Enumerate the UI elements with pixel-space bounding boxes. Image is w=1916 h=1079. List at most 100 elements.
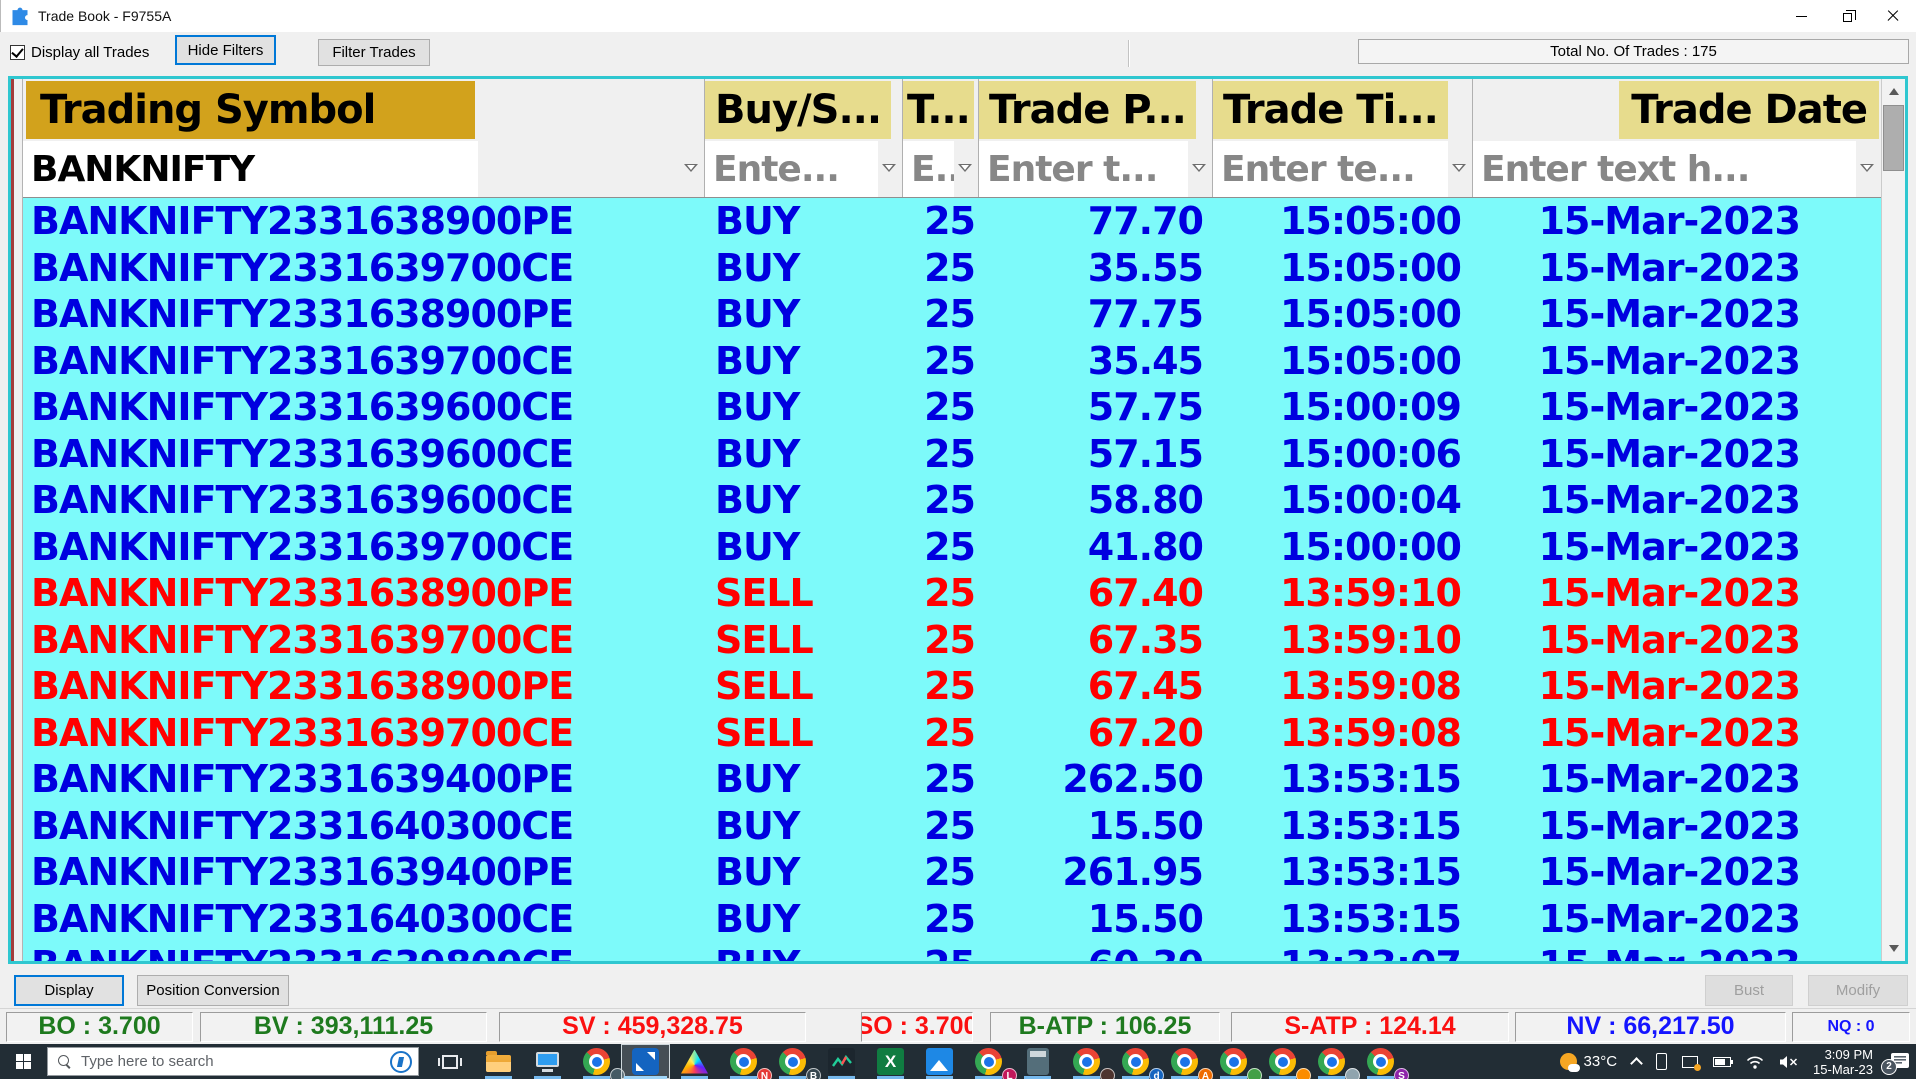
taskbar-app-calculator[interactable] (1013, 1044, 1062, 1079)
filter-funnel-icon[interactable] (1452, 163, 1467, 176)
column-header-trade-time[interactable]: Trade Ti... (1213, 79, 1473, 141)
position-conversion-button[interactable]: Position Conversion (137, 975, 289, 1006)
vertical-scrollbar[interactable] (1881, 79, 1905, 961)
taskbar-app-chrome-orange[interactable] (1258, 1044, 1311, 1079)
display-all-trades-checkbox[interactable]: Display all Trades (10, 44, 149, 61)
taskbar-app-chrome-d[interactable]: d (1111, 1044, 1164, 1079)
start-button[interactable] (0, 1044, 47, 1079)
trade-row[interactable]: BANKNIFTY2331639700CE BUY 25 35.45 15:05… (11, 338, 1905, 385)
trade-row[interactable]: BANKNIFTY2331639400PE BUY 25 261.95 13:5… (11, 849, 1905, 896)
trade-row[interactable]: BANKNIFTY2331639600CE BUY 25 58.80 15:00… (11, 477, 1905, 524)
taskbar-app-chrome-b[interactable]: B (768, 1044, 821, 1079)
filter-input-trading-symbol[interactable]: BANKNIFTY (23, 141, 478, 197)
weather-widget[interactable]: 33°C (1559, 1053, 1617, 1072)
cell-trade-qty: 25 (924, 524, 976, 569)
taskbar-app-chrome-profile[interactable] (572, 1044, 625, 1079)
filter-funnel-icon[interactable] (882, 163, 897, 176)
trade-row[interactable]: BANKNIFTY2331639600CE BUY 25 57.75 15:00… (11, 384, 1905, 431)
filter-input-trade-time[interactable]: Enter te... (1213, 141, 1448, 197)
trade-row[interactable]: BANKNIFTY2331639800CE BUY 25 60.30 13:33… (11, 942, 1905, 961)
cell-trading-symbol: BANKNIFTY2331639700CE (31, 338, 574, 383)
checkbox-checked-icon[interactable] (10, 45, 25, 60)
trade-row[interactable]: BANKNIFTY2331638900PE BUY 25 77.70 15:05… (11, 198, 1905, 245)
trade-row[interactable]: BANKNIFTY2331639700CE BUY 25 35.55 15:05… (11, 245, 1905, 292)
phone-icon[interactable] (1656, 1053, 1668, 1070)
taskbar-app-chrome-dark[interactable] (1062, 1044, 1115, 1079)
close-button[interactable] (1870, 0, 1916, 32)
cell-trade-qty: 25 (924, 803, 976, 848)
taskbar-app-file-explorer[interactable] (474, 1044, 523, 1079)
scrollbar-thumb[interactable] (1883, 105, 1904, 171)
tray-chevron-up-icon[interactable] (1630, 1057, 1643, 1070)
taskbar-app-chrome-green[interactable] (1209, 1044, 1262, 1079)
trade-row[interactable]: BANKNIFTY2331638900PE SELL 25 67.40 13:5… (11, 570, 1905, 617)
trade-row[interactable]: BANKNIFTY2331639700CE SELL 25 67.35 13:5… (11, 617, 1905, 664)
column-header-trade-qty[interactable]: T... (903, 79, 979, 141)
trade-row[interactable]: BANKNIFTY2331639600CE BUY 25 57.15 15:00… (11, 431, 1905, 478)
filter-trades-button[interactable]: Filter Trades (318, 39, 430, 66)
filter-input-buy-sell[interactable]: Ente... (705, 141, 878, 197)
taskbar-app-chrome-gray[interactable] (1307, 1044, 1360, 1079)
column-header-trading-symbol[interactable]: Trading Symbol (23, 79, 705, 141)
taskbar-app-prism-app[interactable] (670, 1044, 719, 1079)
taskbar-app-chrome-a[interactable]: A (1160, 1044, 1213, 1079)
trade-row[interactable]: BANKNIFTY2331640300CE BUY 25 15.50 13:53… (11, 803, 1905, 850)
trade-row[interactable]: BANKNIFTY2331638900PE BUY 25 77.75 15:05… (11, 291, 1905, 338)
cell-trading-symbol: BANKNIFTY2331638900PE (31, 664, 574, 709)
taskbar-app-photos[interactable] (915, 1044, 964, 1079)
filter-funnel-icon[interactable] (1192, 163, 1207, 176)
battery-icon[interactable] (1713, 1056, 1734, 1067)
chrome-icon (975, 1048, 1002, 1075)
hide-filters-button[interactable]: Hide Filters (175, 35, 276, 65)
trade-row[interactable]: BANKNIFTY2331639700CE BUY 25 41.80 15:00… (11, 524, 1905, 571)
column-header-trade-date[interactable]: Trade Date (1473, 79, 1905, 141)
trade-row[interactable]: BANKNIFTY2331640300CE BUY 25 15.50 13:53… (11, 896, 1905, 943)
chrome-icon (1122, 1048, 1149, 1075)
cell-trade-date: 15-Mar-2023 (1538, 524, 1801, 569)
filter-input-trade-price[interactable]: Enter t... (979, 141, 1188, 197)
filter-funnel-icon[interactable] (684, 163, 699, 176)
trade-row[interactable]: BANKNIFTY2331639400PE BUY 25 262.50 13:5… (11, 756, 1905, 803)
network-icon[interactable] (1746, 1055, 1764, 1069)
trade-row[interactable]: BANKNIFTY2331638900PE SELL 25 67.45 13:5… (11, 663, 1905, 710)
cell-buy-sell: SELL (715, 710, 814, 755)
status-bv: BV : 393,111.25 (200, 1011, 487, 1042)
filter-input-trade-date[interactable]: Enter text h... (1473, 141, 1856, 197)
status-s-atp: S-ATP : 124.14 (1231, 1011, 1509, 1042)
volume-muted-icon[interactable] (1779, 1055, 1798, 1069)
windows-taskbar: Type here to search NB X LdA S 33°C 3:09 PM… (0, 1044, 1916, 1079)
chrome-icon (1073, 1048, 1100, 1075)
taskbar-app-chrome-n[interactable]: N (719, 1044, 772, 1079)
column-header-buy-sell[interactable]: Buy/S... (705, 79, 903, 141)
cell-trade-price: 57.75 (1087, 385, 1204, 430)
cell-trade-time: 13:53:15 (1279, 850, 1462, 895)
search-icon (58, 1054, 72, 1069)
app-puzzle-icon (12, 7, 28, 26)
display-button[interactable]: Display (14, 975, 124, 1006)
filter-input-trade-qty[interactable]: E... (903, 141, 954, 197)
taskbar-app-chrome-l[interactable]: L (964, 1044, 1017, 1079)
taskbar-app-charting-app[interactable] (817, 1044, 866, 1079)
filter-funnel-icon[interactable] (1860, 163, 1875, 176)
restore-button[interactable] (1824, 0, 1870, 32)
scroll-down-button[interactable] (1882, 936, 1905, 961)
notification-center-button[interactable]: 2 (1881, 1052, 1910, 1075)
trade-row[interactable]: BANKNIFTY2331639700CE SELL 25 67.20 13:5… (11, 710, 1905, 757)
search-input[interactable]: Type here to search (47, 1047, 419, 1076)
taskbar-app-excel[interactable]: X (866, 1044, 915, 1079)
taskbar-app-trading-terminal[interactable] (621, 1044, 670, 1079)
minimize-button[interactable] (1778, 0, 1824, 32)
grid-filter-row: BANKNIFTY Ente... E... Enter t... Enter … (11, 141, 1905, 198)
taskbar-app-task-view[interactable] (425, 1044, 474, 1079)
cell-trade-date: 15-Mar-2023 (1538, 850, 1801, 895)
column-header-trade-price[interactable]: Trade P... (979, 79, 1213, 141)
scroll-up-button[interactable] (1882, 79, 1905, 104)
cell-buy-sell: BUY (715, 385, 800, 430)
taskbar-app-remote-pc[interactable] (523, 1044, 572, 1079)
screen-share-icon[interactable] (1682, 1055, 1702, 1071)
cell-buy-sell: BUY (715, 431, 800, 476)
taskbar-clock[interactable]: 3:09 PM 15-Mar-23 (1813, 1047, 1873, 1077)
filter-funnel-icon[interactable] (958, 163, 973, 176)
taskbar-app-chrome-s[interactable]: S (1356, 1044, 1409, 1079)
status-nv: NV : 66,217.50 (1515, 1011, 1786, 1042)
